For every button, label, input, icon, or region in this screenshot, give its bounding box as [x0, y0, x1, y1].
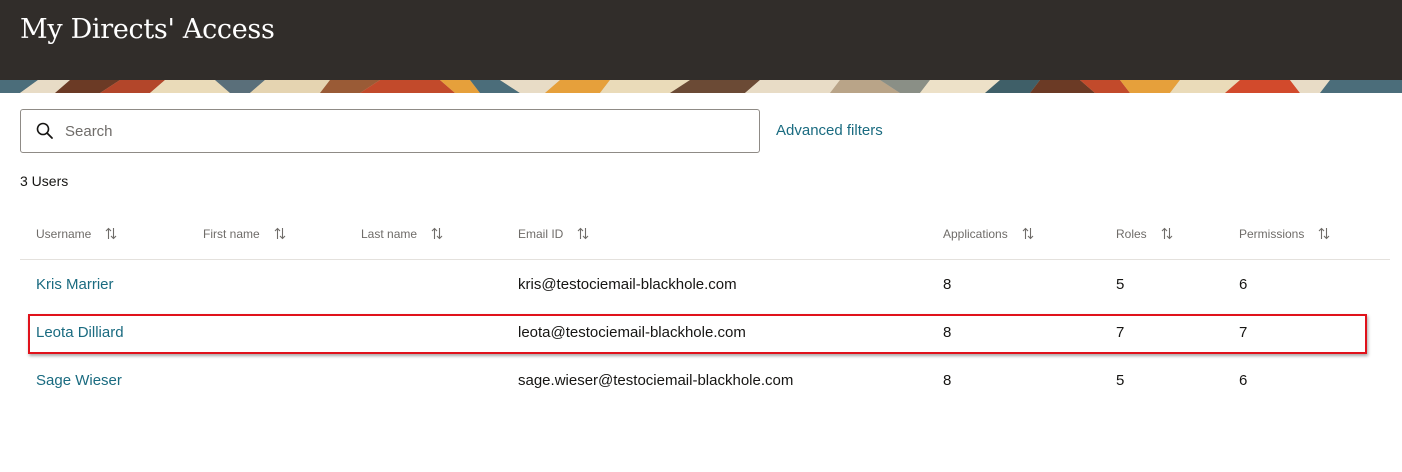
- applications-cell: 8: [943, 372, 952, 389]
- search-input[interactable]: [65, 110, 745, 152]
- column-header-label: Username: [36, 227, 92, 241]
- column-header-email-id[interactable]: Email ID: [518, 227, 589, 241]
- decorative-banner: [0, 80, 1402, 93]
- page-title: My Directs' Access: [20, 14, 275, 45]
- username-link[interactable]: Kris Marrier: [36, 276, 114, 293]
- sort-arrows-icon: [105, 227, 117, 240]
- sort-arrows-icon: [577, 227, 589, 240]
- column-header-label: Email ID: [518, 227, 564, 241]
- search-box[interactable]: [20, 109, 760, 153]
- email-cell: sage.wieser@testociemail-blackhole.com: [518, 372, 794, 389]
- email-cell: leota@testociemail-blackhole.com: [518, 324, 746, 341]
- email-cell: kris@testociemail-blackhole.com: [518, 276, 737, 293]
- column-header-label: Roles: [1116, 227, 1147, 241]
- sort-arrows-icon: [274, 227, 286, 240]
- username-link[interactable]: Sage Wieser: [36, 372, 122, 389]
- permissions-cell: 7: [1239, 324, 1248, 341]
- permissions-cell: 6: [1239, 372, 1248, 389]
- column-header-label: Last name: [361, 227, 418, 241]
- applications-cell: 8: [943, 276, 952, 293]
- roles-cell: 5: [1116, 276, 1125, 293]
- column-header-permissions[interactable]: Permissions: [1239, 227, 1330, 241]
- column-header-label: Applications: [943, 227, 1008, 241]
- user-count: 3 Users: [20, 173, 69, 189]
- column-header-applications[interactable]: Applications: [943, 227, 1034, 241]
- sort-arrows-icon: [1161, 227, 1173, 240]
- sort-arrows-icon: [431, 227, 443, 240]
- advanced-filters-link[interactable]: Advanced filters: [776, 122, 883, 139]
- column-header-roles[interactable]: Roles: [1116, 227, 1173, 241]
- sort-arrows-icon: [1022, 227, 1034, 240]
- roles-cell: 7: [1116, 324, 1125, 341]
- roles-cell: 5: [1116, 372, 1125, 389]
- sort-arrows-icon: [1318, 227, 1330, 240]
- username-link[interactable]: Leota Dilliard: [36, 324, 124, 341]
- column-header-label: Permissions: [1239, 227, 1305, 241]
- search-icon: [35, 121, 55, 141]
- column-header-last-name[interactable]: Last name: [361, 227, 443, 241]
- column-header-username[interactable]: Username: [36, 227, 117, 241]
- applications-cell: 8: [943, 324, 952, 341]
- table-header-divider: [20, 259, 1390, 260]
- column-header-first-name[interactable]: First name: [203, 227, 286, 241]
- permissions-cell: 6: [1239, 276, 1248, 293]
- column-header-label: First name: [203, 227, 260, 241]
- page-header: My Directs' Access: [0, 0, 1402, 80]
